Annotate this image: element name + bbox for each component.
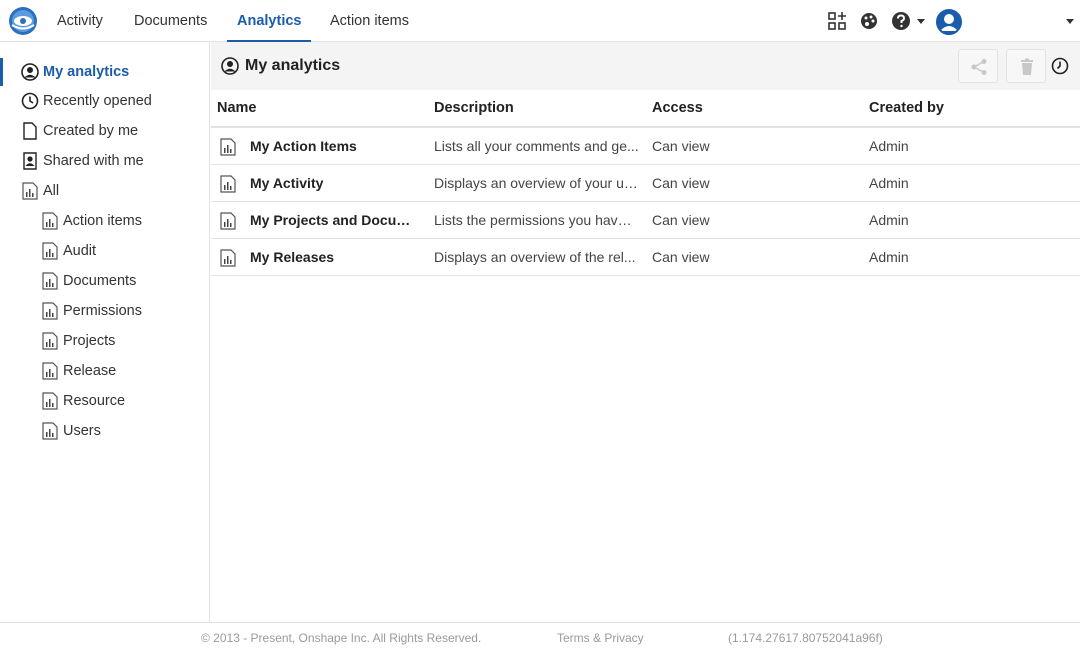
report-icon bbox=[42, 332, 58, 350]
row-description: Displays an overview of your us... bbox=[434, 175, 639, 191]
history-icon[interactable] bbox=[1051, 57, 1069, 75]
sidebar-subitem-resource[interactable]: Resource bbox=[0, 387, 209, 415]
tab-action-items[interactable]: Action items bbox=[330, 0, 409, 42]
appearance-palette-icon[interactable] bbox=[859, 11, 879, 31]
sidebar-subitem-action-items[interactable]: Action items bbox=[0, 207, 209, 235]
row-name[interactable]: My Activity bbox=[250, 165, 420, 201]
report-icon bbox=[42, 422, 58, 440]
table-row[interactable]: My Releases Displays an overview of the … bbox=[211, 239, 1080, 276]
clock-icon bbox=[21, 92, 39, 110]
sidebar-subitem-label: Documents bbox=[63, 273, 137, 289]
report-icon bbox=[220, 138, 236, 156]
row-created-by: Admin bbox=[869, 212, 909, 228]
report-icon bbox=[220, 249, 236, 267]
share-icon bbox=[971, 59, 987, 75]
tab-analytics[interactable]: Analytics bbox=[226, 0, 313, 42]
copyright-text: © 2013 - Present, Onshape Inc. All Right… bbox=[201, 631, 482, 645]
sidebar-item-all[interactable]: All bbox=[0, 177, 209, 205]
column-header-created-by[interactable]: Created by bbox=[869, 90, 944, 126]
sidebar-subitem-permissions[interactable]: Permissions bbox=[0, 297, 209, 325]
sidebar-item-label: Created by me bbox=[43, 123, 139, 139]
share-button[interactable] bbox=[958, 49, 998, 83]
report-icon bbox=[42, 392, 58, 410]
row-access: Can view bbox=[652, 175, 710, 191]
version-text: (1.174.27617.80752041a96f) bbox=[728, 631, 883, 645]
sidebar-subitem-label: Projects bbox=[63, 333, 116, 349]
report-icon bbox=[42, 362, 58, 380]
sidebar-subitem-label: Audit bbox=[63, 243, 97, 259]
main-content: My analytics Name Description Access Cre… bbox=[211, 42, 1080, 622]
sidebar-subitem-users[interactable]: Users bbox=[0, 417, 209, 445]
row-description: Displays an overview of the rel... bbox=[434, 249, 636, 265]
report-icon bbox=[42, 242, 58, 260]
sidebar-subitem-release[interactable]: Release bbox=[0, 357, 209, 385]
top-navigation-bar: Activity Documents Analytics Action item… bbox=[0, 0, 1080, 42]
document-icon bbox=[23, 122, 37, 140]
onshape-logo-icon[interactable] bbox=[8, 6, 38, 36]
sidebar: My analytics Recently opened Created by … bbox=[0, 42, 210, 622]
sidebar-item-label: My analytics bbox=[43, 64, 130, 80]
table-row[interactable]: My Activity Displays an overview of your… bbox=[211, 165, 1080, 202]
help-icon[interactable] bbox=[891, 11, 911, 31]
account-menu-chevron-down-icon[interactable] bbox=[1066, 19, 1074, 24]
column-header-description[interactable]: Description bbox=[434, 90, 514, 126]
user-circle-icon bbox=[221, 57, 239, 75]
sidebar-subitem-projects[interactable]: Projects bbox=[0, 327, 209, 355]
table-row[interactable]: My Projects and Docum... Lists the permi… bbox=[211, 202, 1080, 239]
row-access: Can view bbox=[652, 249, 710, 265]
report-icon bbox=[42, 212, 58, 230]
app-store-icon[interactable] bbox=[827, 11, 847, 31]
report-icon bbox=[22, 182, 38, 200]
report-icon bbox=[42, 272, 58, 290]
sidebar-item-created-by-me[interactable]: Created by me bbox=[0, 117, 209, 145]
sidebar-item-label: All bbox=[43, 183, 60, 199]
row-description: Lists the permissions you have ... bbox=[434, 212, 639, 228]
report-icon bbox=[220, 175, 236, 193]
terms-privacy-link[interactable]: Terms & Privacy bbox=[557, 623, 644, 648]
help-menu-chevron-down-icon[interactable] bbox=[917, 19, 925, 24]
report-icon bbox=[42, 302, 58, 320]
row-name[interactable]: My Releases bbox=[250, 239, 420, 275]
tab-activity[interactable]: Activity bbox=[57, 0, 103, 42]
row-access: Can view bbox=[652, 138, 710, 154]
sidebar-item-label: Shared with me bbox=[43, 153, 144, 169]
sidebar-subitem-label: Action items bbox=[63, 213, 142, 229]
sidebar-item-my-analytics[interactable]: My analytics bbox=[0, 58, 209, 86]
user-circle-icon bbox=[21, 63, 39, 81]
sidebar-subitem-documents[interactable]: Documents bbox=[0, 267, 209, 295]
sidebar-subitem-label: Resource bbox=[63, 393, 126, 409]
sidebar-item-shared-with-me[interactable]: Shared with me bbox=[0, 147, 209, 175]
row-created-by: Admin bbox=[869, 249, 909, 265]
trash-icon bbox=[1021, 58, 1033, 75]
tab-documents[interactable]: Documents bbox=[134, 0, 207, 42]
table-row[interactable]: My Action Items Lists all your comments … bbox=[211, 128, 1080, 165]
page-title: My analytics bbox=[245, 57, 341, 74]
sidebar-subitem-label: Users bbox=[63, 423, 101, 439]
row-description: Lists all your comments and ge... bbox=[434, 138, 639, 154]
row-access: Can view bbox=[652, 212, 710, 228]
sidebar-subitem-audit[interactable]: Audit bbox=[0, 237, 209, 265]
content-header: My analytics bbox=[211, 42, 1080, 90]
column-header-access[interactable]: Access bbox=[652, 90, 703, 126]
sidebar-item-label: Recently opened bbox=[43, 93, 152, 109]
sidebar-subitem-label: Release bbox=[63, 363, 117, 379]
sidebar-subitem-label: Permissions bbox=[63, 303, 142, 319]
row-name[interactable]: My Projects and Docum... bbox=[250, 202, 420, 238]
sidebar-item-recently-opened[interactable]: Recently opened bbox=[0, 87, 209, 115]
footer: © 2013 - Present, Onshape Inc. All Right… bbox=[0, 622, 1080, 648]
column-header-name[interactable]: Name bbox=[217, 90, 257, 126]
user-avatar-icon[interactable] bbox=[936, 9, 962, 35]
row-created-by: Admin bbox=[869, 175, 909, 191]
row-created-by: Admin bbox=[869, 138, 909, 154]
shared-user-icon bbox=[23, 152, 37, 170]
row-name[interactable]: My Action Items bbox=[250, 128, 420, 164]
report-icon bbox=[220, 212, 236, 230]
delete-button[interactable] bbox=[1006, 49, 1046, 83]
